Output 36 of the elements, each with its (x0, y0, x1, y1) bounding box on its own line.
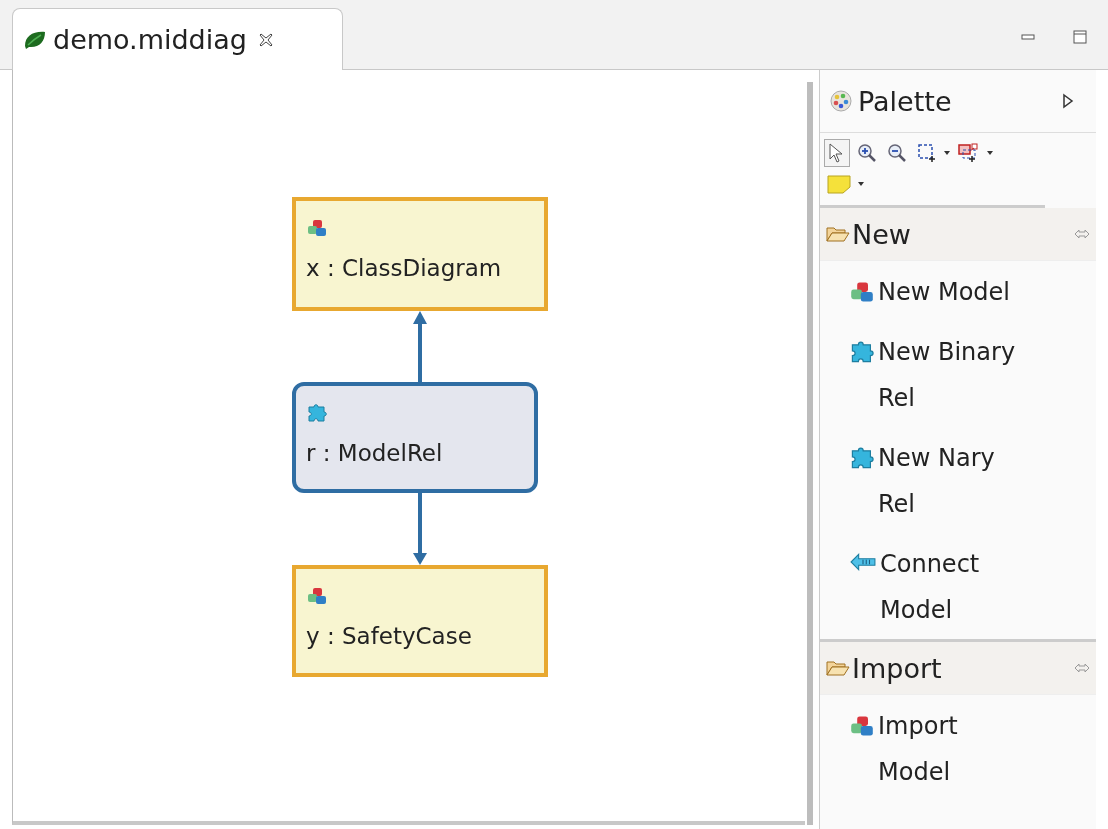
palette-drawer-header[interactable]: New (820, 208, 1096, 261)
palette-item[interactable]: New Binary Rel (820, 321, 1096, 427)
puzzle-icon (306, 404, 328, 422)
puzzle-icon (850, 447, 874, 469)
blocks-icon (850, 281, 874, 303)
palette-item[interactable]: Import Model (820, 695, 1096, 801)
blocks-icon (306, 219, 328, 237)
dropdown-caret-icon[interactable] (986, 150, 994, 156)
zoom-out-icon (887, 143, 907, 163)
palette-tool[interactable] (824, 139, 850, 167)
collapse-arrow-icon[interactable] (1062, 93, 1074, 109)
editor-tab[interactable]: demo.middiag (12, 8, 343, 70)
palette-icon (830, 90, 852, 112)
palette-drawer-header[interactable]: Import (820, 642, 1096, 695)
dropdown-caret-icon[interactable] (943, 150, 951, 156)
palette-item[interactable]: New Nary Rel (820, 427, 1096, 533)
leaf-icon (23, 29, 47, 50)
node-label: x : ClassDiagram (306, 255, 503, 281)
puzzle-icon (850, 341, 874, 363)
node-label: r : ModelRel (306, 440, 444, 466)
blocks-icon (850, 715, 874, 737)
close-icon[interactable] (258, 32, 273, 47)
maximize-button[interactable] (1072, 28, 1088, 45)
palette-title: Palette (858, 85, 953, 117)
dropdown-caret-icon[interactable] (857, 181, 865, 187)
folder-icon (826, 659, 850, 677)
palette-item[interactable]: New Model (820, 261, 1096, 321)
arrow-icon (850, 553, 876, 571)
blocks-icon (306, 587, 328, 605)
marquee-icon (917, 143, 937, 163)
note-icon (827, 174, 851, 194)
folder-icon (826, 225, 850, 243)
zoom-in-icon (857, 143, 877, 163)
palette-item[interactable]: Connect Model (820, 533, 1096, 639)
connection-marquee-icon (958, 143, 980, 163)
node-label: y : SafetyCase (306, 623, 473, 649)
